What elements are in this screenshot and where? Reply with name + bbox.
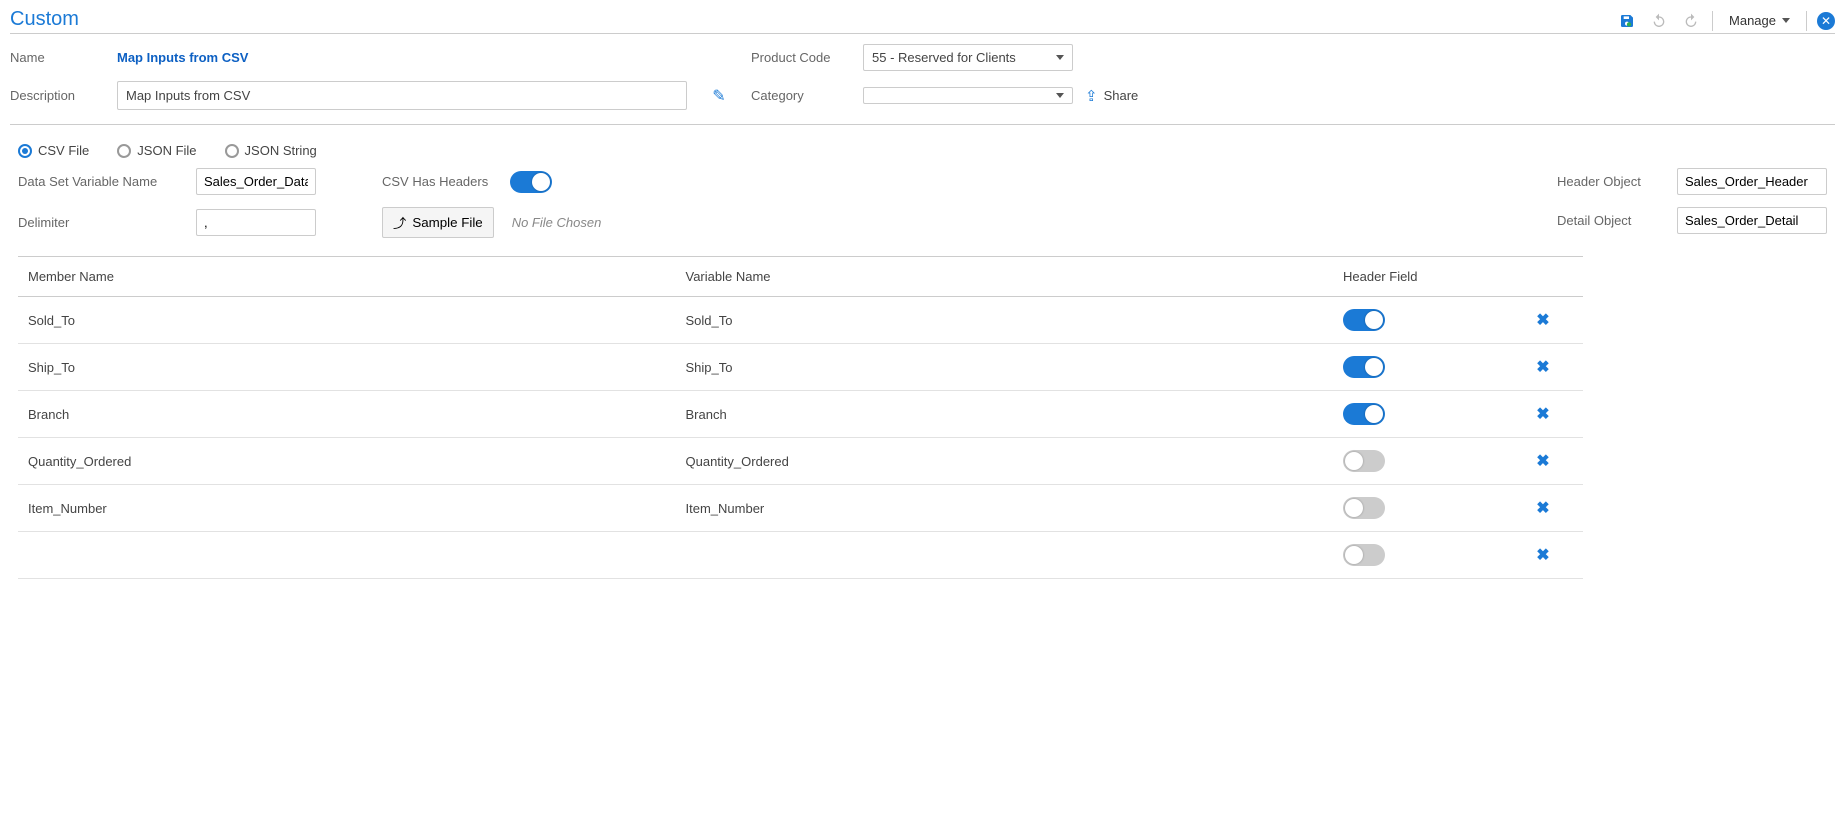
header-object-label: Header Object: [1557, 174, 1667, 189]
radio-dot-icon: [117, 144, 131, 158]
delete-row-icon[interactable]: ✖: [1513, 498, 1573, 518]
cell-member-name[interactable]: Ship_To: [28, 360, 686, 375]
cell-variable-name[interactable]: Quantity_Ordered: [686, 454, 1344, 469]
radio-dot-icon: [18, 144, 32, 158]
delete-row-icon[interactable]: ✖: [1513, 545, 1573, 565]
name-label: Name: [10, 50, 105, 65]
manage-menu[interactable]: Manage: [1723, 10, 1796, 31]
detail-object-label: Detail Object: [1557, 213, 1667, 228]
table-row: Ship_ToShip_To ✖: [18, 344, 1583, 391]
header-field-toggle[interactable]: [1343, 309, 1385, 331]
header-field-toggle[interactable]: [1343, 403, 1385, 425]
delete-row-icon[interactable]: ✖: [1513, 451, 1573, 471]
product-code-label: Product Code: [751, 50, 851, 65]
col-header-field: Header Field: [1343, 269, 1513, 284]
share-label: Share: [1104, 88, 1139, 103]
toolbar-divider: [1806, 11, 1807, 31]
undo-icon: [1648, 10, 1670, 32]
sample-file-label: Sample File: [412, 215, 482, 230]
upload-icon: ⤴: [393, 213, 406, 232]
sample-file-button[interactable]: ⤴ Sample File: [382, 207, 494, 238]
category-label: Category: [751, 88, 851, 103]
page-title: Custom: [10, 8, 79, 33]
radio-json-file[interactable]: JSON File: [117, 143, 196, 158]
radio-csv-file-label: CSV File: [38, 143, 89, 158]
manage-label: Manage: [1729, 13, 1776, 28]
cell-member-name[interactable]: Quantity_Ordered: [28, 454, 686, 469]
header-field-toggle[interactable]: [1343, 450, 1385, 472]
mapping-table: Member Name Variable Name Header Field S…: [18, 256, 1583, 579]
table-row: Quantity_OrderedQuantity_Ordered ✖: [18, 438, 1583, 485]
cell-variable-name[interactable]: Sold_To: [686, 313, 1344, 328]
description-input[interactable]: [117, 81, 687, 110]
category-select[interactable]: [863, 87, 1073, 104]
csv-headers-label: CSV Has Headers: [382, 174, 492, 189]
chevron-down-icon: [1782, 18, 1790, 23]
cell-variable-name[interactable]: Ship_To: [686, 360, 1344, 375]
share-button[interactable]: ⇪ Share: [1085, 87, 1205, 105]
chevron-down-icon: [1056, 55, 1064, 60]
close-icon[interactable]: ✕: [1817, 12, 1835, 30]
radio-csv-file[interactable]: CSV File: [18, 143, 89, 158]
detail-object-input[interactable]: [1677, 207, 1827, 234]
no-file-chosen: No File Chosen: [512, 215, 602, 230]
header-object-input[interactable]: [1677, 168, 1827, 195]
description-label: Description: [10, 88, 105, 103]
dataset-var-label: Data Set Variable Name: [18, 174, 178, 189]
radio-dot-icon: [225, 144, 239, 158]
delimiter-label: Delimiter: [18, 215, 178, 230]
save-icon[interactable]: [1616, 10, 1638, 32]
delete-row-icon[interactable]: ✖: [1513, 310, 1573, 330]
table-row: ✖: [18, 532, 1583, 579]
radio-json-string[interactable]: JSON String: [225, 143, 317, 158]
product-code-select[interactable]: 55 - Reserved for Clients: [863, 44, 1073, 71]
cell-member-name[interactable]: Branch: [28, 407, 686, 422]
table-row: BranchBranch ✖: [18, 391, 1583, 438]
table-row: Sold_ToSold_To ✖: [18, 297, 1583, 344]
toolbar-divider: [1712, 11, 1713, 31]
cell-member-name[interactable]: Item_Number: [28, 501, 686, 516]
header-field-toggle[interactable]: [1343, 497, 1385, 519]
chevron-down-icon: [1056, 93, 1064, 98]
col-member-name: Member Name: [28, 269, 686, 284]
dataset-var-input[interactable]: [196, 168, 316, 195]
section-divider: [10, 124, 1835, 125]
cell-variable-name[interactable]: Item_Number: [686, 501, 1344, 516]
product-code-value: 55 - Reserved for Clients: [872, 50, 1016, 65]
share-icon: ⇪: [1085, 87, 1098, 105]
cell-member-name[interactable]: Sold_To: [28, 313, 686, 328]
radio-json-file-label: JSON File: [137, 143, 196, 158]
radio-json-string-label: JSON String: [245, 143, 317, 158]
col-variable-name: Variable Name: [686, 269, 1344, 284]
table-row: Item_NumberItem_Number ✖: [18, 485, 1583, 532]
delimiter-input[interactable]: [196, 209, 316, 236]
name-value: Map Inputs from CSV: [117, 50, 687, 65]
delete-row-icon[interactable]: ✖: [1513, 357, 1573, 377]
cell-variable-name[interactable]: Branch: [686, 407, 1344, 422]
csv-headers-toggle[interactable]: [510, 171, 552, 193]
edit-description-icon[interactable]: ✎: [699, 86, 739, 106]
delete-row-icon[interactable]: ✖: [1513, 404, 1573, 424]
header-field-toggle[interactable]: [1343, 544, 1385, 566]
redo-icon: [1680, 10, 1702, 32]
header-field-toggle[interactable]: [1343, 356, 1385, 378]
